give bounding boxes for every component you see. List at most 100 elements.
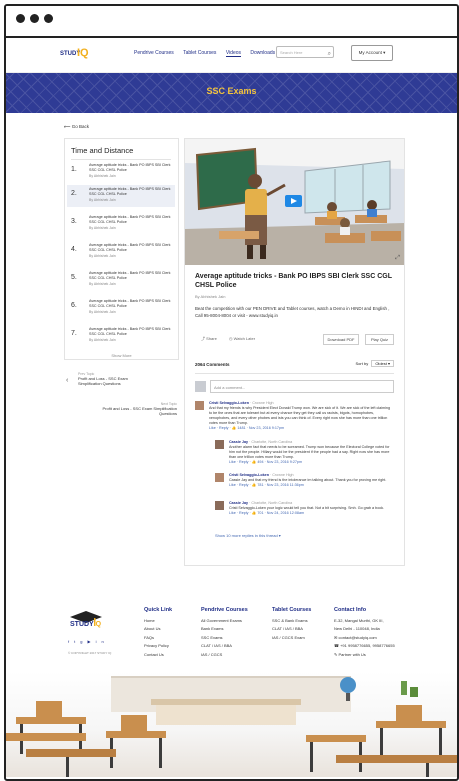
comment-location: · Crowne High — [270, 473, 294, 477]
item-number: 3. — [71, 218, 77, 225]
watch-later-label: Watch Later — [233, 336, 256, 341]
sort-value: Oldest — [375, 361, 387, 366]
nav-link-tablet[interactable]: Tablet Courses — [183, 50, 216, 56]
comment-author[interactable]: Cassie Jay — [229, 501, 248, 505]
site-logo[interactable]: STUDY IQ — [60, 46, 94, 64]
fullscreen-icon[interactable]: ⤢ — [395, 255, 400, 262]
item-title: Average aptitude tricks - Bank PO IBPS S… — [89, 243, 171, 252]
footer-heading: Tablet Courses — [272, 607, 312, 613]
divider — [195, 373, 394, 374]
nav-link-downloads[interactable]: Downloads — [250, 50, 275, 56]
window-dot-icon — [30, 14, 39, 23]
sidebar-video-item[interactable]: 4. Average aptitude tricks - Bank PO IBP… — [67, 241, 175, 263]
footer-col-tablet: Tablet Courses SSC & Bank Exams CLAT / I… — [272, 606, 311, 642]
show-more-replies-link[interactable]: Show 10 more replies in this thread ▾ — [215, 533, 281, 538]
item-author: By Abhishek Jain — [89, 226, 116, 230]
sidebar-video-item[interactable]: 5. Average aptitude tricks - Bank PO IBP… — [67, 269, 175, 291]
item-title: Average aptitude tricks - Bank PO IBPS S… — [89, 187, 171, 196]
window-chrome — [6, 6, 457, 38]
nav-link-pendrive[interactable]: Pendrive Courses — [134, 50, 174, 56]
item-author: By Abhishek Jain — [89, 310, 116, 314]
item-author: By Abhishek Jain — [89, 254, 116, 258]
sidebar-video-item[interactable]: 3. Average aptitude tricks - Bank PO IBP… — [67, 213, 175, 235]
comment-author[interactable]: Cristi Selvaggio-Loken — [209, 401, 249, 405]
footer-link[interactable]: CLAT / IAS / BBA — [272, 625, 311, 634]
add-comment-placeholder: Add a comment... — [214, 385, 246, 390]
contact-email[interactable]: ✉ contact@studyiq.com — [334, 634, 395, 643]
item-title: Average aptitude tricks - Bank PO IBPS S… — [89, 215, 171, 224]
comment-actions[interactable]: Like · Reply · 👍 494 · Nov 23, 2016 9:27… — [229, 460, 394, 465]
go-back-link[interactable]: ⟵ Go Back — [64, 124, 89, 130]
footer-link[interactable]: Contact Us — [144, 651, 172, 660]
sidebar-video-item[interactable]: 1. Average aptitude tricks - Bank PO IBP… — [67, 161, 175, 183]
comment: Cristi Selvaggio-Loken · Crowne High And… — [209, 401, 394, 431]
nav-link-videos[interactable]: Videos — [225, 50, 242, 57]
footer-link[interactable]: IAS / CGCS — [201, 651, 248, 660]
footer-link[interactable]: Bank Exams — [201, 625, 248, 634]
logo-mark: IQ — [77, 47, 89, 59]
next-topic-link[interactable]: Next Topic Profit and Loss - SSC Exam Si… — [98, 402, 177, 416]
footer-link[interactable]: Privacy Policy — [144, 642, 172, 651]
sidebar-video-item[interactable]: 6. Average aptitude tricks - Bank PO IBP… — [67, 297, 175, 319]
footer-col-pendrive: Pendrive Courses All Government Exams Ba… — [201, 606, 248, 659]
video-actions: ⤴ Share ◷ Watch Later Download PDF Play … — [195, 334, 394, 346]
comment-author[interactable]: Cassie Jay — [229, 440, 248, 444]
add-comment-input[interactable]: Add a comment... — [210, 380, 394, 393]
share-button[interactable]: ⤴ Share — [201, 336, 217, 342]
video-panel: ⤢ Average aptitude tricks - Bank PO IBPS… — [184, 138, 405, 566]
divider — [71, 159, 171, 160]
footer-link[interactable]: SSC Exams — [201, 634, 248, 643]
footer-link[interactable]: CLAT / IAS / BBA — [201, 642, 248, 651]
item-number: 2. — [71, 190, 77, 197]
go-back-label: Go Back — [71, 124, 89, 129]
prev-topic-link[interactable]: Prev Topic ‹ Profit and Loss - SSC Exam … — [64, 372, 134, 386]
download-pdf-button[interactable]: Download PDF — [323, 334, 359, 345]
contact-address: E-32, Mangal Murthi, GK III, — [334, 617, 384, 623]
partner-link[interactable]: ✎ Partner with Us — [334, 651, 395, 660]
item-title: Average aptitude tricks - Bank PO IBPS S… — [89, 299, 171, 308]
footer-classroom-illustration — [6, 671, 457, 777]
play-button[interactable] — [285, 195, 302, 207]
sidebar-video-item[interactable]: 2. Average aptitude tricks - Bank PO IBP… — [67, 185, 175, 207]
footer-link[interactable]: About Us — [144, 625, 172, 634]
watch-later-button[interactable]: ◷ Watch Later — [229, 336, 255, 341]
page-banner: SSC Exams — [6, 73, 457, 113]
item-author: By Abhishek Jain — [89, 338, 116, 342]
show-more-link[interactable]: Show More — [65, 353, 178, 358]
item-number: 1. — [71, 166, 77, 173]
footer-link[interactable]: Home — [144, 617, 172, 626]
comment-actions[interactable]: Like · Reply · 👍 1481 · Nov 23, 2016 9:1… — [209, 426, 394, 431]
search-input[interactable]: Search Here ⌕ — [276, 46, 334, 58]
comment-actions[interactable]: Like · Reply · 👍 701 · Nov 24, 2016 12:0… — [229, 511, 394, 516]
comment-reply: Cassie Jay · Charlotte, North Carolina C… — [229, 501, 394, 516]
contact-phone[interactable]: ☎ +91 9958776655, 9958776655 — [334, 642, 395, 651]
item-title: Average aptitude tricks - Bank PO IBPS S… — [89, 271, 171, 280]
item-author: By Abhishek Jain — [89, 198, 116, 202]
avatar — [195, 381, 206, 392]
video-player[interactable]: ⤢ — [185, 139, 404, 265]
account-label: My Account — [358, 50, 382, 55]
sidebar-video-item[interactable]: 7. Average aptitude tricks - Bank PO IBP… — [67, 325, 175, 347]
play-quiz-button[interactable]: Play Quiz — [365, 334, 394, 345]
share-label: Share — [206, 336, 217, 341]
youtube-icon[interactable]: ▶ — [87, 639, 95, 644]
footer-logo[interactable]: STUDYIQ — [68, 609, 104, 638]
comment-location: · Crowne High — [250, 401, 274, 405]
my-account-button[interactable]: My Account ▾ — [351, 45, 393, 61]
footer-link[interactable]: All Government Exams — [201, 617, 248, 626]
footer-link[interactable]: FAQs — [144, 634, 172, 643]
nav-links: Pendrive Courses Tablet Courses Videos D… — [134, 50, 283, 57]
avatar — [195, 401, 204, 410]
item-title: Average aptitude tricks - Bank PO IBPS S… — [89, 163, 171, 172]
comment-author[interactable]: Cristi Selvaggio-Loken — [229, 473, 269, 477]
footer-link[interactable]: IAS / CGCS Exam — [272, 634, 311, 643]
linkedin-icon[interactable]: in — [96, 639, 109, 644]
avatar — [215, 501, 224, 510]
top-nav: STUDY IQ Pendrive Courses Tablet Courses… — [6, 38, 457, 73]
footer-link[interactable]: SSC & Bank Exams — [272, 617, 311, 626]
arrow-left-icon: ⟵ — [64, 124, 71, 129]
comment-actions[interactable]: Like · Reply · 👍 781 · Nov 23, 2016 11:3… — [229, 483, 394, 488]
footer-col-quick-link: Quick Link Home About Us FAQs Privacy Po… — [144, 606, 172, 659]
sort-select[interactable]: Oldest ▾ — [371, 360, 394, 367]
search-icon[interactable]: ⌕ — [328, 48, 331, 60]
